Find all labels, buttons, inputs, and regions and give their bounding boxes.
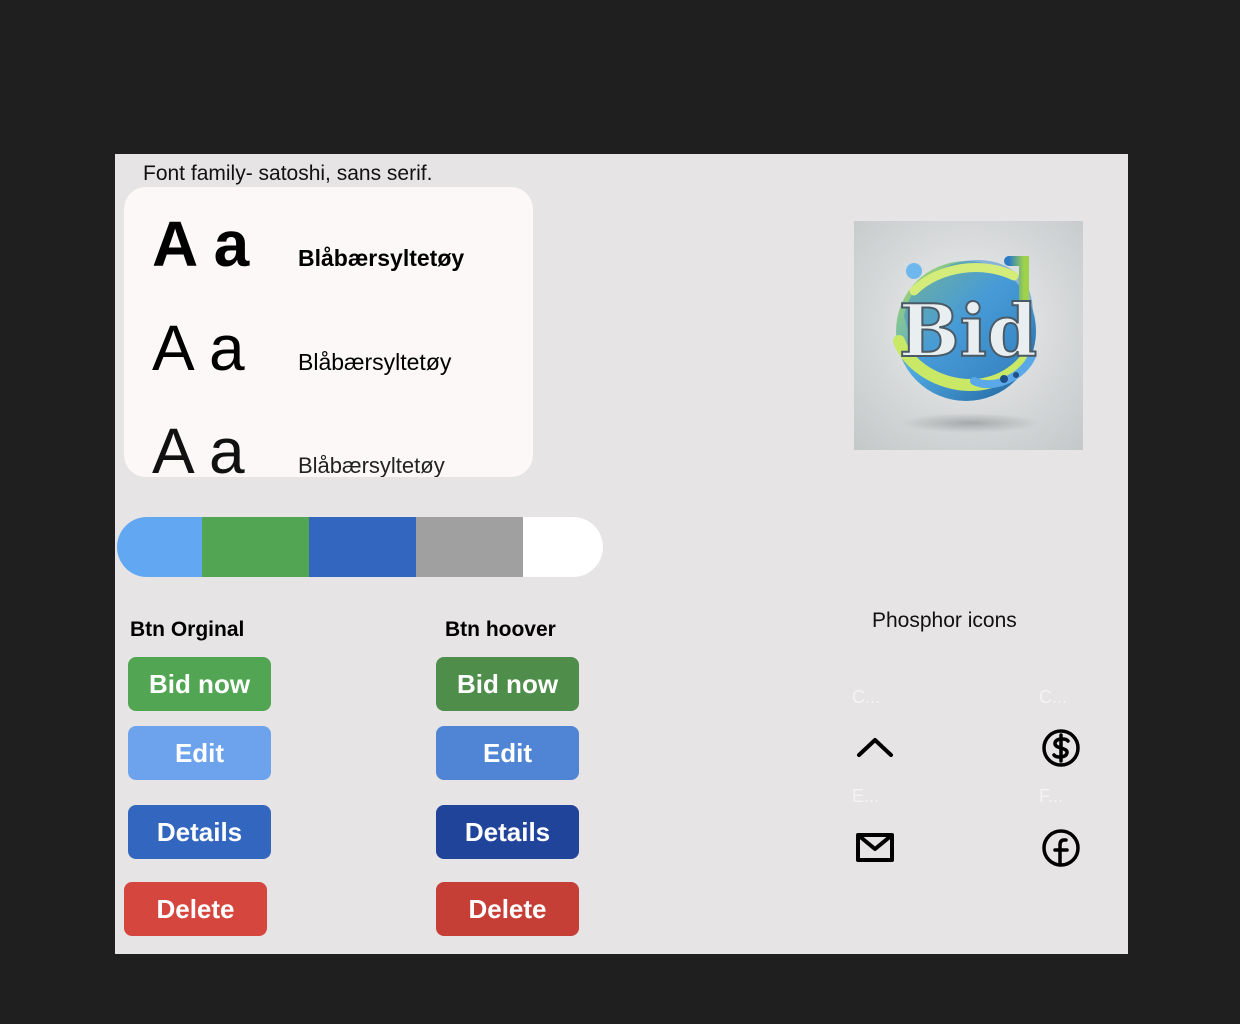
color-swatch-5	[522, 517, 603, 577]
caret-up-icon[interactable]	[853, 726, 897, 770]
edit-button[interactable]: Edit	[128, 726, 271, 780]
glyph-sample-bold: A a	[152, 208, 250, 280]
color-palette	[117, 517, 603, 577]
phosphor-icons-title: Phosphor icons	[872, 609, 1017, 632]
btn-original-heading: Btn Orginal	[130, 618, 245, 641]
delete-hover-button[interactable]: Delete	[436, 882, 579, 936]
type-row-regular: A a Blåbærsyltetøy	[152, 311, 451, 385]
details-hover-button[interactable]: Details	[436, 805, 579, 859]
currency-circle-dollar-icon[interactable]	[1039, 726, 1083, 770]
edit-hover-button[interactable]: Edit	[436, 726, 579, 780]
text-sample-light: Blåbærsyltetøy	[298, 453, 445, 477]
bid-now-hover-button[interactable]: Bid now	[436, 657, 579, 711]
logo-image: Bid	[854, 221, 1083, 450]
color-swatch-4	[415, 517, 523, 577]
icon-label-currency: C...	[1039, 687, 1068, 707]
btn-hover-heading: Btn hoover	[445, 618, 556, 641]
icon-label-caret: C...	[852, 687, 881, 707]
icon-label-envelope: E...	[852, 786, 880, 806]
text-sample-bold: Blåbærsyltetøy	[298, 245, 465, 271]
color-swatch-3	[308, 517, 416, 577]
glyph-sample-regular: A a	[152, 312, 245, 384]
bid-now-button[interactable]: Bid now	[128, 657, 271, 711]
color-swatch-1	[117, 517, 203, 577]
logo-text: Bid	[899, 288, 1038, 373]
style-guide-frame: Font family- satoshi, sans serif. A a Bl…	[115, 154, 1128, 954]
typography-card: A a Blåbærsyltetøy A a Blåbærsyltetøy A …	[124, 187, 533, 477]
type-row-light: A a Blåbærsyltetøy	[152, 414, 445, 477]
glyph-sample-light: A a	[152, 415, 245, 477]
envelope-icon[interactable]	[853, 826, 897, 870]
delete-button[interactable]: Delete	[124, 882, 267, 936]
bid-logo-icon: Bid	[893, 256, 1040, 433]
font-family-title: Font family- satoshi, sans serif.	[143, 162, 433, 185]
details-button[interactable]: Details	[128, 805, 271, 859]
icon-label-facebook: F...	[1039, 786, 1064, 806]
text-sample-regular: Blåbærsyltetøy	[298, 349, 452, 375]
type-row-bold: A a Blåbærsyltetøy	[152, 207, 464, 281]
color-swatch-2	[202, 517, 309, 577]
facebook-logo-icon[interactable]	[1039, 826, 1083, 870]
